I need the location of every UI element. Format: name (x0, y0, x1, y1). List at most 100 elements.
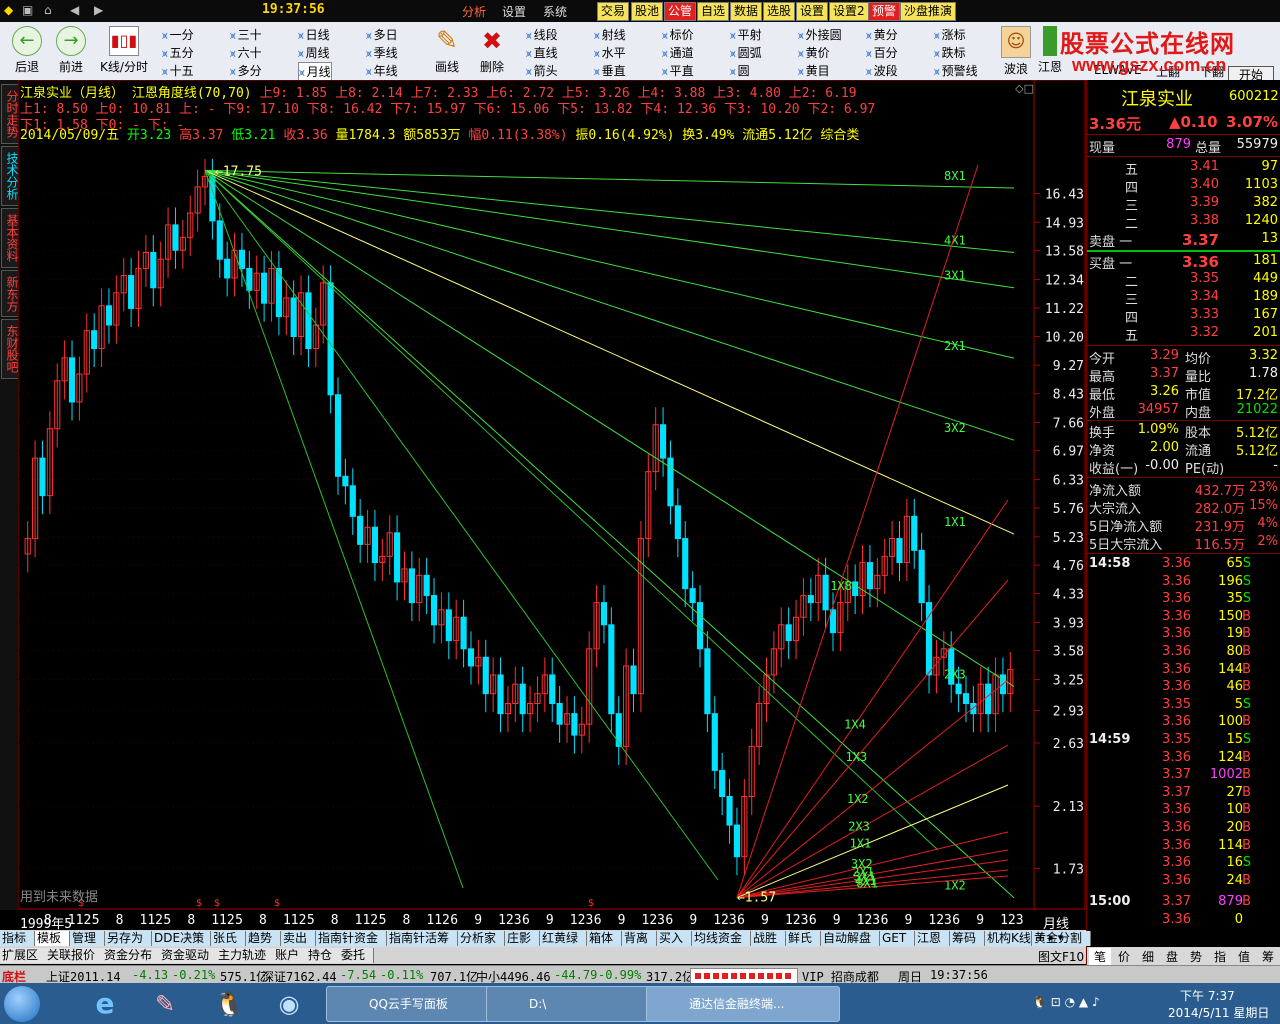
back-small-icon[interactable]: ◀ (70, 3, 79, 17)
quote-tab[interactable]: 盘 (1161, 948, 1183, 965)
kline-chart-svg[interactable]: 16.43 14.93 13.58 12.34 11.22 10.20 9.27 8.43 7.… (18, 80, 1086, 910)
line-tool-button[interactable]: ⩙ 线段 (526, 26, 558, 43)
back-button[interactable]: ← 后退 (2, 26, 52, 75)
line-tool-button[interactable]: ⩙ 预警线 (934, 62, 978, 79)
sell-level[interactable]: 二 3.38 1240 (1087, 213, 1280, 232)
tab-scroll-icon[interactable]: + ▸ ▾ (1036, 931, 1063, 944)
quote-tab[interactable]: 价 (1113, 948, 1135, 965)
minimize-icon[interactable]: ▣ (22, 3, 33, 17)
indicator-tab[interactable]: 红黄绿 (540, 931, 587, 946)
line-tool-button[interactable]: ⩙ 圆弧 (730, 44, 762, 61)
kline-toggle-button[interactable]: ▮▯▮ K线/分时 (96, 26, 152, 75)
forward-button[interactable]: → 前进 (46, 26, 96, 75)
vtab-1[interactable]: 技术分析 (1, 146, 19, 206)
indicator-tab[interactable]: 管理 (70, 931, 105, 946)
buy-level[interactable]: 四 3.33 167 (1087, 307, 1280, 326)
delete-line-button[interactable]: ✖ 删除 (467, 26, 517, 75)
indicator-tab[interactable]: 指南针活筹 (387, 931, 458, 946)
kline-chart-panel[interactable]: 16.43 14.93 13.58 12.34 11.22 10.20 9.27 8.43 7.… (18, 80, 1086, 910)
menu-btn-trade[interactable]: 交易 (597, 2, 630, 21)
period-button[interactable]: ⩙ 多日 (366, 26, 398, 43)
line-tool-button[interactable]: ⩙ 平直 (662, 62, 694, 79)
indicator-tab[interactable]: 趋势 (246, 931, 281, 946)
extension-tab[interactable]: 资金分布 (102, 948, 161, 963)
line-tool-button[interactable]: ⩙ 涨标 (934, 26, 966, 43)
period-button[interactable]: ⩙ 六十 (230, 44, 262, 61)
buy-level[interactable]: 五 3.32 201 (1087, 325, 1280, 344)
indicator-tab[interactable]: 卖出 (281, 931, 316, 946)
buy-level[interactable]: 三 3.34 189 (1087, 289, 1280, 308)
buy-level[interactable]: 买盘 一 3.36 181 (1087, 253, 1280, 272)
extension-tab[interactable]: 资金驱动 (159, 948, 218, 963)
menu-settings[interactable]: 设置 (502, 3, 526, 20)
vtab-4[interactable]: 东财股吧 (1, 319, 19, 379)
f10-button[interactable]: 图文F10 (1038, 948, 1084, 965)
indicator-tab[interactable]: 指南针资金 (316, 931, 387, 946)
vtab-2[interactable]: 基本资料 (1, 208, 19, 268)
line-tool-button[interactable]: ⩙ 圆 (730, 62, 750, 79)
indicator-tab[interactable]: 背离 (622, 931, 657, 946)
qq-icon[interactable]: 🐧 (212, 987, 246, 1021)
menu-analysis[interactable]: 分析 (462, 3, 486, 20)
menu-btn-screener[interactable]: 选股 (763, 2, 796, 21)
extension-tab[interactable]: 关联报价 (45, 948, 104, 963)
menu-btn-sandbox[interactable]: 沙盘推演 (900, 2, 957, 21)
extension-tab[interactable]: 账户 (273, 948, 308, 963)
period-button[interactable]: ⩙ 日线 (298, 26, 330, 43)
period-button[interactable]: ⩙ 五分 (162, 44, 194, 61)
menu-btn-data[interactable]: 数据 (730, 2, 763, 21)
indicator-tab[interactable]: 庄影 (505, 931, 540, 946)
period-button[interactable]: ⩙ 一分 (162, 26, 194, 43)
menu-btn-settings2[interactable]: 设置2 (829, 2, 869, 21)
indicator-tab[interactable]: 均线资金 (692, 931, 751, 946)
indicator-tab[interactable]: 分析家 (458, 931, 505, 946)
indicator-tab[interactable]: 战胜 (751, 931, 786, 946)
quote-tab[interactable]: 笔 (1089, 948, 1111, 965)
line-tool-button[interactable]: ⩙ 箭头 (526, 62, 558, 79)
quote-tab[interactable]: 值 (1233, 948, 1255, 965)
line-tool-button[interactable]: ⩙ 波段 (866, 62, 898, 79)
extension-tab[interactable]: 主力轨迹 (216, 948, 275, 963)
indicator-tab[interactable]: DDE决策 (152, 931, 211, 946)
menu-btn-watchlist[interactable]: 自选 (697, 2, 730, 21)
quote-tab[interactable]: 势 (1185, 948, 1207, 965)
line-tool-button[interactable]: ⩙ 垂直 (594, 62, 626, 79)
line-tool-button[interactable]: ⩙ 外接圆 (798, 26, 842, 43)
line-tool-button[interactable]: ⩙ 直线 (526, 44, 558, 61)
indicator-tab[interactable]: GET (880, 931, 915, 946)
indicator-tab[interactable]: 买入 (657, 931, 692, 946)
menu-system[interactable]: 系统 (543, 3, 567, 20)
tray-icons[interactable]: 🐧 ⊡ ◔ ▲ ♪ (1032, 995, 1100, 1009)
menu-btn-pool[interactable]: 股池 (631, 2, 664, 21)
line-tool-button[interactable]: ⩙ 平射 (730, 26, 762, 43)
chart-corner-icons[interactable]: ◇□ (1015, 82, 1034, 95)
extension-tab[interactable]: 扩展区 (0, 948, 47, 963)
line-tool-button[interactable]: ⩙ 射线 (594, 26, 626, 43)
indicator-tab[interactable]: 指标 (0, 931, 35, 946)
line-tool-button[interactable]: ⩙ 通道 (662, 44, 694, 61)
sell-level[interactable]: 卖盘 一 3.37 13 (1087, 231, 1280, 250)
line-tool-button[interactable]: ⩙ 百分 (866, 44, 898, 61)
ie-icon[interactable]: e (88, 987, 122, 1021)
menu-btn-alert[interactable]: 预警 (868, 2, 901, 21)
indicator-tab[interactable]: 张氏 (211, 931, 246, 946)
quote-tab[interactable]: 细 (1137, 948, 1159, 965)
indicator-tab[interactable]: 箱体 (587, 931, 622, 946)
period-button[interactable]: ⩙ 月线 (298, 62, 332, 81)
task-tdx[interactable]: 通达信金融终端... (646, 986, 840, 1022)
vtab-0[interactable]: 分时走势 (1, 84, 19, 144)
quote-tab[interactable]: 指 (1209, 948, 1231, 965)
line-tool-button[interactable]: ⩙ 标价 (662, 26, 694, 43)
line-tool-button[interactable]: ⩙ 水平 (594, 44, 626, 61)
vtab-3[interactable]: 新东方 (1, 270, 19, 317)
menu-btn-manage[interactable]: 公管 (664, 2, 697, 21)
line-tool-button[interactable]: ⩙ 黄分 (866, 26, 898, 43)
draw-line-button[interactable]: ✎ 画线 (422, 26, 472, 75)
indicator-tab[interactable]: 自动解盘 (821, 931, 880, 946)
quote-tab[interactable]: 筹 (1257, 948, 1279, 965)
indicator-tab[interactable]: 江恩 (915, 931, 950, 946)
line-tool-button[interactable]: ⩙ 黄价 (798, 44, 830, 61)
sell-level[interactable]: 五 3.41 97 (1087, 159, 1280, 178)
buy-level[interactable]: 二 3.35 449 (1087, 271, 1280, 290)
wave-button[interactable]: ☺ 波浪 (992, 26, 1040, 77)
